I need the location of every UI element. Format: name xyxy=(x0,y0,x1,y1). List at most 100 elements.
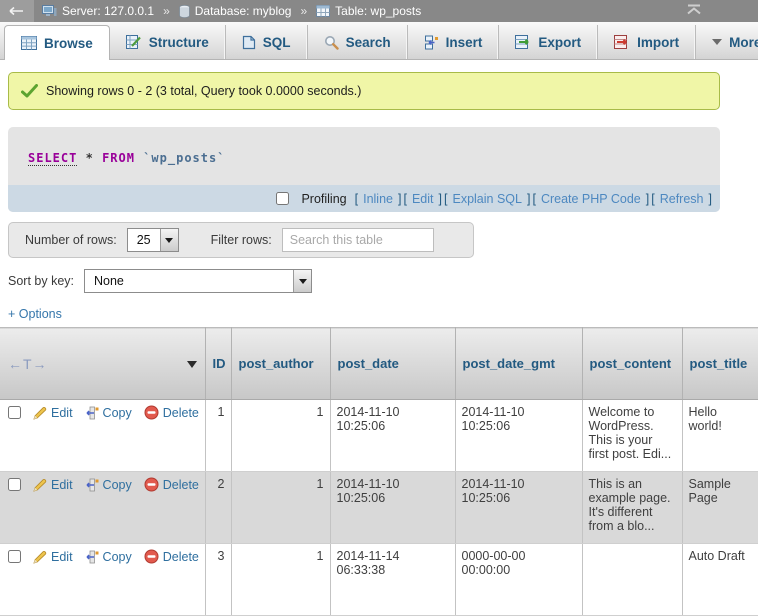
edit-row-link[interactable]: Edit xyxy=(33,406,73,420)
sql-keyword-select: SELECT xyxy=(28,151,77,166)
tab-label: Structure xyxy=(149,35,209,50)
back-button[interactable] xyxy=(0,0,34,22)
inline-link[interactable]: Inline xyxy=(363,192,393,206)
server-icon xyxy=(42,5,57,18)
explain-sql-link[interactable]: Explain SQL xyxy=(452,192,521,206)
column-header-post-content[interactable]: post_content xyxy=(582,328,682,400)
cell-post-title: Auto Draft xyxy=(682,544,758,616)
row-actions: Edit Copy xyxy=(0,544,205,616)
row-checkbox[interactable] xyxy=(8,406,21,419)
profiling-checkbox[interactable] xyxy=(276,192,289,205)
table-row: Edit Copy xyxy=(0,544,758,616)
actions-header: ←T→ xyxy=(0,328,205,400)
cell-post-content: Welcome to WordPress. This is your first… xyxy=(582,400,682,472)
export-icon xyxy=(515,35,531,49)
cell-id: 2 xyxy=(205,472,231,544)
column-header-post-date-gmt[interactable]: post_date_gmt xyxy=(455,328,582,400)
breadcrumb-separator: » xyxy=(163,4,170,18)
cell-post-date: 2014-11-10 10:25:06 xyxy=(330,472,455,544)
column-header-post-date[interactable]: post_date xyxy=(330,328,455,400)
sql-toolbar: Profiling [ Inline ] [ Edit ] [ Explain … xyxy=(8,185,720,212)
tab-more[interactable]: More xyxy=(696,25,758,59)
copy-row-link[interactable]: Copy xyxy=(85,550,132,564)
sort-by-key-select[interactable]: None xyxy=(84,269,312,293)
copy-label: Copy xyxy=(103,478,132,492)
tab-label: Import xyxy=(637,35,679,50)
table-header-row: ←T→ ID post_author post_date post_date_g… xyxy=(0,328,758,400)
tab-label: Insert xyxy=(446,35,483,50)
edit-row-link[interactable]: Edit xyxy=(33,550,73,564)
sql-star: * xyxy=(86,151,94,165)
profiling-label[interactable]: Profiling xyxy=(301,192,346,206)
cell-post-date-gmt: 2014-11-10 10:25:06 xyxy=(455,472,582,544)
bracket: [ xyxy=(403,192,406,206)
tab-search[interactable]: Search xyxy=(308,25,408,59)
cell-id: 3 xyxy=(205,544,231,616)
pencil-icon xyxy=(33,478,47,492)
delete-icon xyxy=(144,549,159,564)
breadcrumb-bar: Server: 127.0.0.1 » Database: myblog » T… xyxy=(0,0,758,22)
results-table: ←T→ ID post_author post_date post_date_g… xyxy=(0,327,758,616)
cell-post-date-gmt: 0000-00-00 00:00:00 xyxy=(455,544,582,616)
breadcrumb-database[interactable]: Database: myblog xyxy=(195,4,292,18)
tab-sql[interactable]: SQL xyxy=(226,25,308,59)
refresh-link[interactable]: Refresh xyxy=(660,192,704,206)
column-header-id[interactable]: ID xyxy=(205,328,231,400)
cell-post-content: This is an example page. It's different … xyxy=(582,472,682,544)
breadcrumb-separator: » xyxy=(300,4,307,18)
tab-export[interactable]: Export xyxy=(499,25,598,59)
cell-id: 1 xyxy=(205,400,231,472)
delete-label: Delete xyxy=(163,406,199,420)
delete-row-link[interactable]: Delete xyxy=(144,405,199,420)
sql-query-box: SELECT * FROM `wp_posts` Profiling [ Inl… xyxy=(8,127,720,212)
edit-row-link[interactable]: Edit xyxy=(33,478,73,492)
edit-query-link[interactable]: Edit xyxy=(412,192,434,206)
number-of-rows-select[interactable]: 25 xyxy=(127,228,179,252)
delete-row-link[interactable]: Delete xyxy=(144,549,199,564)
delete-label: Delete xyxy=(163,478,199,492)
breadcrumb-table[interactable]: Table: wp_posts xyxy=(335,4,421,18)
breadcrumb-server[interactable]: Server: 127.0.0.1 xyxy=(62,4,154,18)
tab-browse[interactable]: Browse xyxy=(4,25,110,60)
column-header-post-author[interactable]: post_author xyxy=(231,328,330,400)
select-dropdown-arrow-icon xyxy=(293,270,311,292)
copy-row-link[interactable]: Copy xyxy=(85,406,132,420)
status-message-text: Showing rows 0 - 2 (3 total, Query took … xyxy=(46,84,361,98)
tab-insert[interactable]: Insert xyxy=(408,25,500,59)
bracket: [ xyxy=(651,192,654,206)
cell-post-title: Hello world! xyxy=(682,400,758,472)
tab-label: Search xyxy=(346,35,391,50)
copy-icon xyxy=(85,406,99,420)
row-checkbox[interactable] xyxy=(8,478,21,491)
bracket: [ xyxy=(355,192,358,206)
table-icon xyxy=(316,5,330,17)
left-arrow-icon xyxy=(9,6,25,16)
delete-row-link[interactable]: Delete xyxy=(144,477,199,492)
row-checkbox[interactable] xyxy=(8,550,21,563)
tab-import[interactable]: Import xyxy=(598,25,696,59)
edit-label: Edit xyxy=(51,406,73,420)
row-actions: Edit Copy xyxy=(0,400,205,472)
browse-table-icon xyxy=(21,36,37,50)
options-toggle-link[interactable]: + Options xyxy=(8,307,62,321)
insert-icon xyxy=(424,35,439,50)
tab-label: More xyxy=(729,35,758,50)
with-selected-dropdown-icon[interactable] xyxy=(187,361,197,373)
cell-post-author: 1 xyxy=(231,400,330,472)
delete-label: Delete xyxy=(163,550,199,564)
search-icon xyxy=(324,35,339,50)
filter-rows-input[interactable] xyxy=(282,228,434,252)
copy-row-link[interactable]: Copy xyxy=(85,478,132,492)
tab-structure[interactable]: Structure xyxy=(110,25,226,59)
create-php-code-link[interactable]: Create PHP Code xyxy=(541,192,641,206)
bracket: ] xyxy=(709,192,712,206)
column-header-post-title[interactable]: post_title xyxy=(682,328,758,400)
tab-bar: Browse Structure SQL Search Insert xyxy=(0,22,758,60)
bracket: ] xyxy=(646,192,649,206)
column-move-arrows-icon[interactable]: ←T→ xyxy=(8,356,48,372)
collapse-top-button[interactable] xyxy=(686,4,702,18)
sql-keyword-from: FROM xyxy=(102,151,135,165)
results-controls: Number of rows: 25 Filter rows: xyxy=(8,222,474,258)
cell-post-date: 2014-11-14 06:33:38 xyxy=(330,544,455,616)
row-actions: Edit Copy xyxy=(0,472,205,544)
